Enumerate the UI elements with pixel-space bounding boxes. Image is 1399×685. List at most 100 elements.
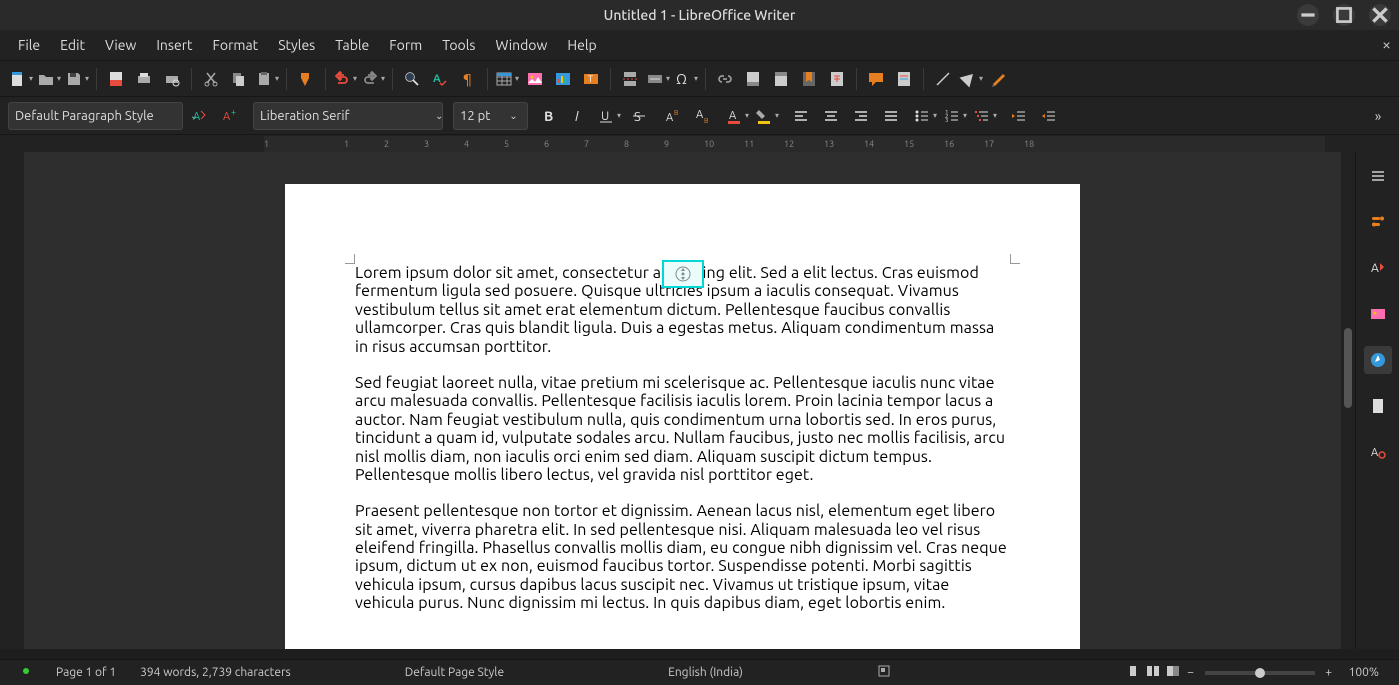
align-right-button[interactable] bbox=[848, 103, 874, 129]
sidebar-style-inspector-icon[interactable]: A bbox=[1364, 438, 1392, 466]
menu-form[interactable]: Form bbox=[379, 33, 432, 57]
document-canvas[interactable]: Lorem ipsum dolor sit amet, consectetur … bbox=[24, 152, 1341, 649]
zoom-slider[interactable] bbox=[1205, 671, 1315, 675]
insert-textbox-button[interactable]: T bbox=[578, 66, 604, 92]
basic-shapes-button[interactable]: ▾ bbox=[958, 66, 984, 92]
zoom-knob[interactable] bbox=[1255, 668, 1265, 678]
insert-line-button[interactable] bbox=[930, 66, 956, 92]
vertical-scrollbar[interactable] bbox=[1341, 152, 1355, 649]
font-size-input[interactable] bbox=[460, 109, 502, 123]
increase-indent-button[interactable] bbox=[1006, 103, 1032, 129]
export-pdf-button[interactable] bbox=[103, 66, 129, 92]
insert-endnote-button[interactable] bbox=[768, 66, 794, 92]
spellcheck-button[interactable]: A bbox=[427, 66, 453, 92]
formatting-marks-button[interactable]: ¶ bbox=[455, 66, 481, 92]
sidebar-styles-icon[interactable]: A bbox=[1364, 254, 1392, 282]
toolbar-overflow-button[interactable]: » bbox=[1365, 103, 1391, 129]
paragraph[interactable]: Praesent pellentesque non tortor et dign… bbox=[355, 502, 1010, 612]
menu-window[interactable]: Window bbox=[485, 33, 557, 57]
menu-table[interactable]: Table bbox=[325, 33, 379, 57]
insert-image-button[interactable] bbox=[522, 66, 548, 92]
new-style-button[interactable]: A+ bbox=[217, 103, 243, 129]
insert-bookmark-button[interactable] bbox=[796, 66, 822, 92]
horizontal-ruler[interactable]: 1 1 2 3 4 5 6 7 8 9 10 11 12 13 14 15 16… bbox=[264, 136, 1325, 152]
superscript-button[interactable]: AB bbox=[660, 103, 686, 129]
paste-button[interactable]: ▾ bbox=[254, 66, 280, 92]
unordered-list-button[interactable]: ▾ bbox=[912, 103, 938, 129]
insert-pagebreak-button[interactable] bbox=[617, 66, 643, 92]
print-preview-button[interactable] bbox=[159, 66, 185, 92]
sidebar-properties-icon[interactable] bbox=[1364, 208, 1392, 236]
close-button[interactable] bbox=[1369, 4, 1391, 26]
new-button[interactable]: ▾ bbox=[8, 66, 34, 92]
view-multi-icon[interactable] bbox=[1146, 664, 1160, 681]
save-indicator-icon[interactable] bbox=[8, 665, 44, 680]
open-button[interactable]: ▾ bbox=[36, 66, 62, 92]
status-zoom[interactable]: 100% bbox=[1337, 666, 1391, 679]
find-replace-button[interactable] bbox=[399, 66, 425, 92]
menu-styles[interactable]: Styles bbox=[268, 33, 325, 57]
bold-button[interactable]: B bbox=[536, 103, 562, 129]
insert-chart-button[interactable] bbox=[550, 66, 576, 92]
print-button[interactable] bbox=[131, 66, 157, 92]
menu-help[interactable]: Help bbox=[557, 33, 606, 57]
menu-insert[interactable]: Insert bbox=[146, 33, 202, 57]
maximize-button[interactable] bbox=[1333, 4, 1355, 26]
align-center-button[interactable] bbox=[818, 103, 844, 129]
chevron-down-icon[interactable]: ⌄ bbox=[506, 102, 521, 130]
paragraph[interactable]: Sed feugiat laoreet nulla, vitae pretium… bbox=[355, 374, 1010, 484]
paragraph-style-input[interactable] bbox=[15, 109, 186, 123]
insert-hyperlink-button[interactable] bbox=[712, 66, 738, 92]
menu-view[interactable]: View bbox=[95, 33, 146, 57]
menu-edit[interactable]: Edit bbox=[50, 33, 95, 57]
font-color-button[interactable]: A▾ bbox=[724, 103, 750, 129]
zoom-in-button[interactable]: + bbox=[1321, 666, 1337, 679]
insert-comment-button[interactable] bbox=[863, 66, 889, 92]
close-document-icon[interactable]: × bbox=[1382, 36, 1391, 54]
highlight-color-button[interactable]: ▾ bbox=[754, 103, 780, 129]
cut-button[interactable] bbox=[198, 66, 224, 92]
clone-formatting-button[interactable] bbox=[293, 66, 319, 92]
font-name-input[interactable] bbox=[260, 109, 431, 123]
decrease-indent-button[interactable] bbox=[1036, 103, 1062, 129]
zoom-out-button[interactable]: − bbox=[1183, 666, 1199, 679]
insert-table-button[interactable]: ▾ bbox=[494, 66, 520, 92]
scrollbar-thumb[interactable] bbox=[1344, 328, 1352, 408]
outline-list-button[interactable]: ▾ bbox=[972, 103, 998, 129]
ordered-list-button[interactable]: 123▾ bbox=[942, 103, 968, 129]
underline-button[interactable]: U▾ bbox=[596, 103, 622, 129]
show-draw-button[interactable] bbox=[986, 66, 1012, 92]
menu-file[interactable]: File bbox=[8, 33, 50, 57]
font-name-combo[interactable]: ⌄ bbox=[253, 102, 443, 130]
insert-field-button[interactable]: ▾ bbox=[645, 66, 671, 92]
view-book-icon[interactable] bbox=[1166, 664, 1180, 681]
subscript-button[interactable]: AB bbox=[690, 103, 716, 129]
sidebar-page-icon[interactable] bbox=[1364, 392, 1392, 420]
redo-button[interactable]: ▾ bbox=[360, 66, 386, 92]
menu-format[interactable]: Format bbox=[203, 33, 269, 57]
align-left-button[interactable] bbox=[788, 103, 814, 129]
insert-footnote-button[interactable] bbox=[740, 66, 766, 92]
page[interactable]: Lorem ipsum dolor sit amet, consectetur … bbox=[285, 184, 1080, 649]
sidebar-navigator-icon[interactable] bbox=[1364, 346, 1392, 374]
vertical-ruler[interactable] bbox=[0, 152, 24, 649]
status-selection-mode-icon[interactable] bbox=[865, 664, 903, 681]
save-button[interactable]: ▾ bbox=[64, 66, 90, 92]
chevron-down-icon[interactable]: ⌄ bbox=[435, 102, 443, 130]
update-style-button[interactable]: A bbox=[187, 103, 213, 129]
align-justify-button[interactable] bbox=[878, 103, 904, 129]
minimize-button[interactable] bbox=[1297, 4, 1319, 26]
sidebar-menu-icon[interactable] bbox=[1364, 162, 1392, 190]
status-pagestyle[interactable]: Default Page Style bbox=[393, 666, 516, 679]
track-changes-button[interactable] bbox=[891, 66, 917, 92]
status-page[interactable]: Page 1 of 1 bbox=[44, 666, 128, 679]
copy-button[interactable] bbox=[226, 66, 252, 92]
status-language[interactable]: English (India) bbox=[656, 666, 755, 679]
undo-button[interactable]: ▾ bbox=[332, 66, 358, 92]
strikethrough-button[interactable]: S bbox=[626, 103, 652, 129]
menu-tools[interactable]: Tools bbox=[432, 33, 485, 57]
paragraph-style-combo[interactable]: ⌄ bbox=[8, 102, 183, 130]
font-size-combo[interactable]: ⌄ bbox=[453, 102, 528, 130]
insert-special-char-button[interactable]: Ω▾ bbox=[673, 66, 699, 92]
view-single-icon[interactable] bbox=[1126, 664, 1140, 681]
